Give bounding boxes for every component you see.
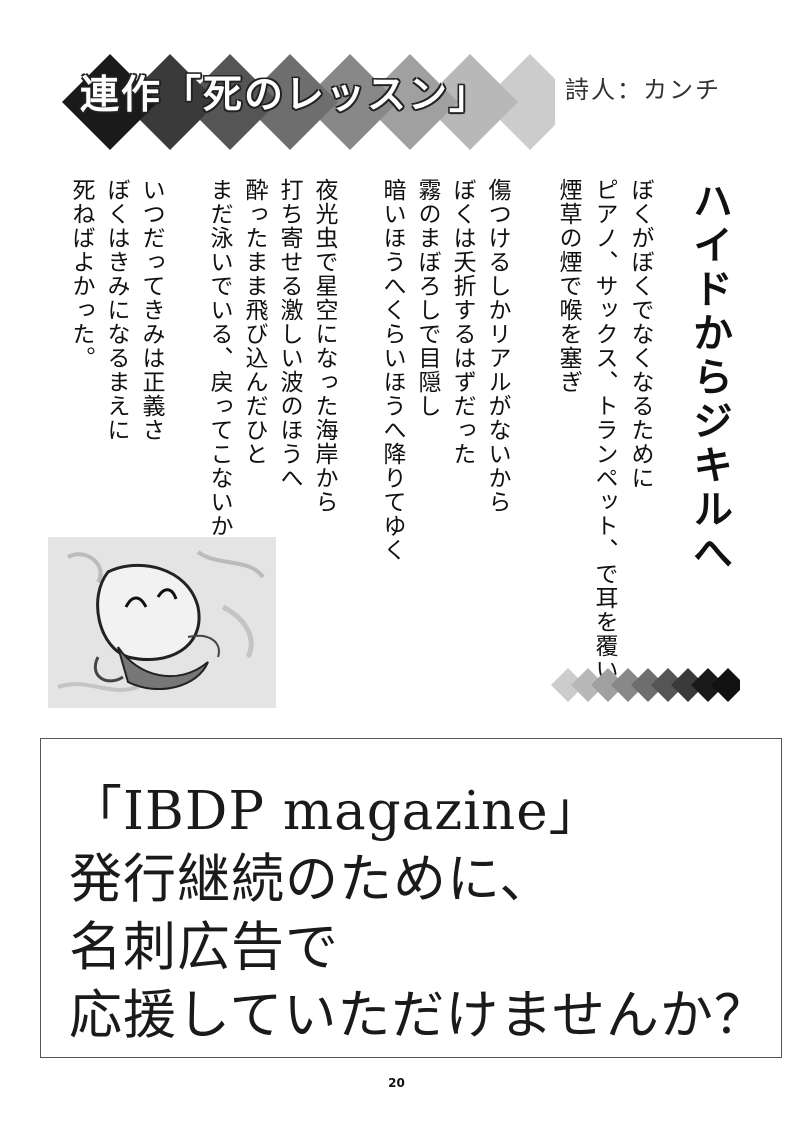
poem-line: 霧のまぼろしで目隠し bbox=[414, 178, 440, 418]
poem-line: 傷つけるしかリアルがないから bbox=[484, 178, 510, 514]
poem-line: 煙草の煙で喉を塞ぎ bbox=[555, 178, 581, 394]
strip-diamond bbox=[711, 668, 745, 702]
diamond-strip bbox=[550, 665, 745, 705]
series-title: 連作「死のレッスン」 bbox=[80, 73, 491, 118]
author-credit: 詩人：カンチ bbox=[565, 76, 721, 104]
ad-line: 名刺広告で bbox=[69, 917, 339, 978]
poem-line: 打ち寄せる激しい波のほうへ bbox=[276, 178, 302, 490]
poem-line: ぼくはきみになるまえに bbox=[103, 178, 129, 442]
poem-line: 夜光虫で星空になった海岸から bbox=[311, 178, 337, 514]
illustration bbox=[48, 537, 276, 708]
crying-face-drawing-icon bbox=[57, 550, 265, 692]
poem-line: ぼくは夭折するはずだった bbox=[449, 178, 475, 466]
poem-line: 死ねばよかった。 bbox=[68, 178, 94, 370]
poem-title: ハイドからジキルへ bbox=[686, 180, 732, 576]
small-diamond-pattern-icon bbox=[551, 668, 745, 702]
ad-line: 「IBDP magazine」 bbox=[69, 781, 603, 842]
poem-line: まだ泳いでいる、戻ってこないから bbox=[206, 178, 232, 562]
poem-line: ピアノ、サックス、トランペット、で耳を覆い bbox=[591, 178, 617, 682]
ad-box: 「IBDP magazine」 発行継続のために、 名刺広告で 応援していただけ… bbox=[40, 738, 782, 1058]
poem-line: ぼくがぼくでなくなるために bbox=[627, 178, 653, 490]
poem-line: いつだってきみは正義さ bbox=[138, 178, 164, 442]
poem-line: 酔ったまま飛び込んだひと bbox=[241, 178, 267, 466]
ad-line: 発行継続のために、 bbox=[69, 849, 554, 910]
page-number: 20 bbox=[388, 1076, 405, 1090]
ad-line: 応援していただけませんか？ bbox=[69, 985, 768, 1046]
poem-line: 暗いほうへくらいほうへ降りてゆく bbox=[379, 178, 405, 562]
